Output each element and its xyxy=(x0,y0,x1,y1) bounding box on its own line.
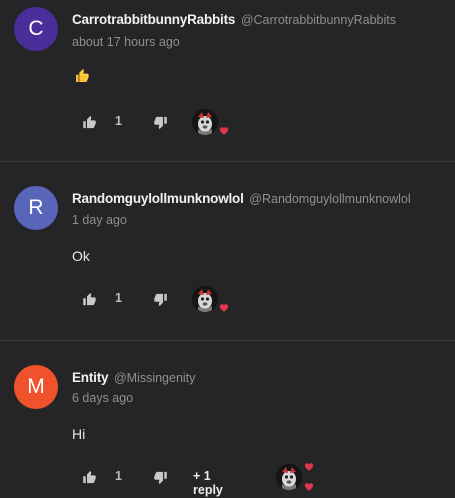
thumbs-down-icon xyxy=(153,470,168,485)
thumbs-up-icon xyxy=(82,470,97,485)
creator-heart-badge[interactable] xyxy=(192,109,232,139)
author-name[interactable]: CarrotrabbitbunnyRabbits xyxy=(72,12,235,27)
heart-icon xyxy=(304,482,314,492)
heart-icon xyxy=(304,462,314,472)
comment-1: C CarrotrabbitbunnyRabbits @Carrotrabbit… xyxy=(0,0,455,160)
comment-header: Entity @Missingenity xyxy=(72,370,195,385)
creator-avatar xyxy=(276,464,302,490)
creator-heart-badge[interactable] xyxy=(276,464,316,498)
thumbs-down-icon xyxy=(153,115,168,130)
view-replies-button[interactable]: + 1 reply xyxy=(193,469,223,497)
like-count: 1 xyxy=(115,114,122,128)
dislike-button[interactable] xyxy=(151,113,169,131)
like-count: 1 xyxy=(115,291,122,305)
thumbs-down-icon xyxy=(153,292,168,307)
creator-avatar xyxy=(192,109,218,135)
author-handle[interactable]: @CarrotrabbitbunnyRabbits xyxy=(241,13,396,27)
author-handle[interactable]: @Randomguylollmunknowlol xyxy=(249,192,410,206)
thumbs-up-icon xyxy=(82,115,97,130)
comment-body: Ok xyxy=(72,248,90,264)
thumbs-up-icon xyxy=(82,292,97,307)
like-button[interactable] xyxy=(80,468,98,486)
avatar-letter: R xyxy=(28,196,44,219)
author-name[interactable]: Entity xyxy=(72,370,109,385)
like-button[interactable] xyxy=(80,113,98,131)
comment-2: R Randomguylollmunknowlol @Randomguyloll… xyxy=(0,162,455,339)
avatar[interactable]: R xyxy=(14,186,58,230)
avatar[interactable]: C xyxy=(14,7,58,51)
avatar[interactable]: M xyxy=(14,365,58,409)
like-button[interactable] xyxy=(80,290,98,308)
avatar-letter: M xyxy=(27,375,45,398)
avatar-letter: C xyxy=(28,17,44,40)
comment-header: CarrotrabbitbunnyRabbits @Carrotrabbitbu… xyxy=(72,12,396,27)
heart-icon xyxy=(219,303,229,313)
author-handle[interactable]: @Missingenity xyxy=(114,371,195,385)
heart-icon xyxy=(219,126,229,136)
thumbs-up-emoji xyxy=(74,68,90,84)
author-name[interactable]: Randomguylollmunknowlol xyxy=(72,191,244,206)
creator-avatar xyxy=(192,286,218,312)
creator-heart-badge[interactable] xyxy=(192,286,232,316)
timestamp[interactable]: 1 day ago xyxy=(72,213,127,227)
timestamp[interactable]: 6 days ago xyxy=(72,391,133,405)
dislike-button[interactable] xyxy=(151,468,169,486)
timestamp[interactable]: about 17 hours ago xyxy=(72,35,180,49)
comment-3: M Entity @Missingenity 6 days ago Hi 1 +… xyxy=(0,341,455,498)
dislike-button[interactable] xyxy=(151,290,169,308)
like-count: 1 xyxy=(115,469,122,483)
comment-header: Randomguylollmunknowlol @Randomguylollmu… xyxy=(72,191,411,206)
comment-body: Hi xyxy=(72,426,86,442)
